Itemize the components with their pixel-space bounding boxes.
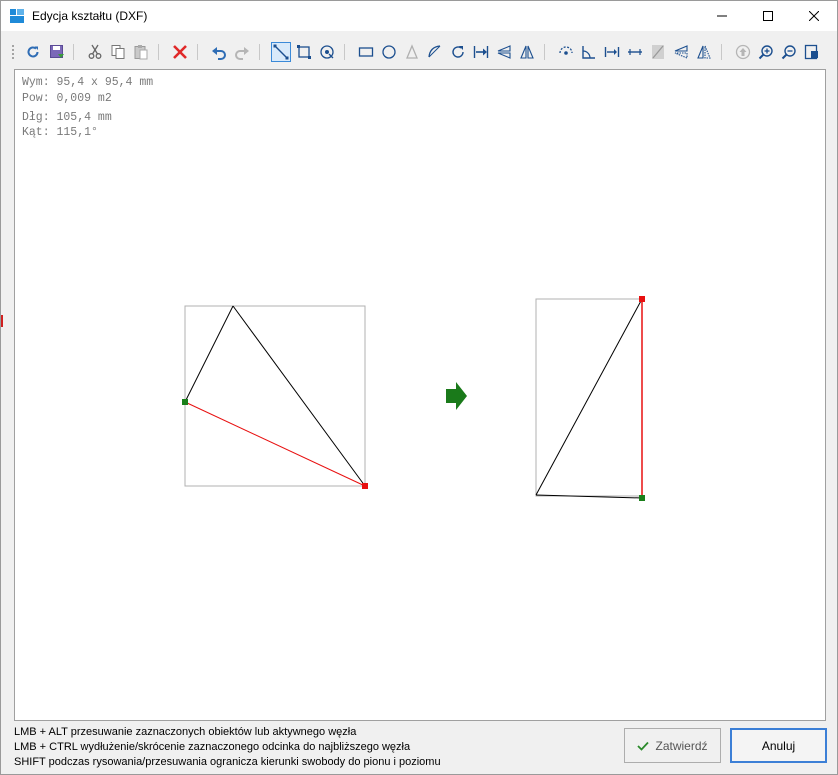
toolbar bbox=[11, 39, 827, 65]
select-rect-button[interactable] bbox=[294, 42, 314, 62]
hint-line: SHIFT podczas rysowania/przesuwania ogra… bbox=[14, 756, 441, 768]
zoom-in-button[interactable] bbox=[756, 42, 776, 62]
shape-before bbox=[182, 305, 368, 489]
select-line-button[interactable] bbox=[271, 42, 291, 62]
drawing-surface bbox=[182, 296, 645, 501]
cut-button[interactable] bbox=[85, 42, 105, 62]
delete-button[interactable] bbox=[170, 42, 190, 62]
drawing-canvas[interactable]: Wym: 95,4 x 95,4 mm Pow: 0,009 m2 Dłg: 1… bbox=[14, 69, 826, 721]
mirror-vertical-icon bbox=[520, 45, 534, 59]
arc-icon bbox=[428, 45, 441, 58]
cross-icon bbox=[652, 45, 664, 59]
minimize-icon bbox=[717, 15, 727, 17]
rotate-node-icon bbox=[559, 46, 573, 55]
up-icon bbox=[735, 44, 751, 60]
save-button[interactable] bbox=[47, 42, 67, 62]
mirror-vertical-button[interactable] bbox=[517, 42, 537, 62]
rotate-button[interactable] bbox=[448, 42, 468, 62]
angle-icon bbox=[582, 46, 595, 59]
keyboard-hints: LMB + ALT przesuwanie zaznaczonych obiek… bbox=[14, 725, 614, 770]
hint-line: LMB + ALT przesuwanie zaznaczonych obiek… bbox=[14, 726, 357, 738]
check-icon bbox=[637, 741, 650, 751]
confirm-button[interactable]: Zatwierdź bbox=[624, 728, 721, 763]
mirror-horizontal-icon bbox=[497, 45, 511, 59]
edge-marker bbox=[1, 315, 3, 327]
rectangle-icon bbox=[358, 47, 374, 57]
start-node[interactable] bbox=[182, 399, 188, 405]
triangle-icon bbox=[406, 44, 418, 59]
bounding-box bbox=[184, 305, 366, 487]
cut-icon bbox=[88, 44, 102, 59]
minimize-button[interactable] bbox=[699, 1, 745, 31]
zoom-out-icon bbox=[781, 45, 796, 60]
mirror-v2-icon bbox=[697, 45, 711, 59]
fit-button[interactable] bbox=[802, 42, 822, 62]
close-window-button[interactable] bbox=[791, 1, 837, 31]
end-node[interactable] bbox=[362, 483, 368, 489]
save-icon bbox=[50, 45, 64, 58]
copy-icon bbox=[111, 45, 125, 59]
select-rect-icon bbox=[297, 45, 311, 59]
maximize-button[interactable] bbox=[745, 1, 791, 31]
rotate-node-button[interactable] bbox=[556, 42, 576, 62]
title-bar: Edycja kształtu (DXF) bbox=[1, 1, 837, 31]
selected-segment[interactable] bbox=[184, 401, 366, 487]
redo-icon bbox=[235, 47, 249, 60]
delete-icon bbox=[173, 45, 187, 59]
dialog-window: Edycja kształtu (DXF) Wym: 95,4 x 95,4 m… bbox=[0, 0, 838, 775]
app-icon bbox=[10, 9, 24, 23]
copy-button[interactable] bbox=[108, 42, 128, 62]
refresh-button[interactable] bbox=[23, 42, 43, 62]
undo-button[interactable] bbox=[209, 42, 229, 62]
circle-button[interactable] bbox=[379, 42, 399, 62]
close-icon bbox=[809, 11, 819, 21]
transform-arrow-icon bbox=[446, 382, 467, 410]
select-line-icon bbox=[273, 44, 289, 60]
mirror-h2-icon bbox=[674, 45, 688, 59]
hint-line: LMB + CTRL wydłużenie/skrócenie zaznaczo… bbox=[14, 741, 411, 753]
cross-button[interactable] bbox=[648, 42, 668, 62]
paste-button[interactable] bbox=[131, 42, 151, 62]
triangle-button[interactable] bbox=[402, 42, 422, 62]
arc-button[interactable] bbox=[425, 42, 445, 62]
mirror-v2-button[interactable] bbox=[694, 42, 714, 62]
triangle-edge[interactable] bbox=[535, 298, 643, 496]
cancel-label: Anuluj bbox=[761, 738, 796, 753]
up-button[interactable] bbox=[733, 42, 753, 62]
distance-icon bbox=[604, 47, 620, 57]
triangle-edge[interactable] bbox=[232, 305, 366, 487]
mirror-h2-button[interactable] bbox=[671, 42, 691, 62]
distance-button[interactable] bbox=[602, 42, 622, 62]
extend-icon bbox=[628, 49, 642, 55]
refresh-icon bbox=[27, 46, 39, 58]
start-node[interactable] bbox=[639, 495, 645, 501]
select-node-button[interactable] bbox=[317, 42, 337, 62]
rotate-icon bbox=[452, 46, 464, 58]
rectangle-button[interactable] bbox=[356, 42, 376, 62]
paste-icon bbox=[134, 45, 148, 60]
fit-icon bbox=[804, 44, 818, 60]
zoom-out-button[interactable] bbox=[779, 42, 799, 62]
undo-icon bbox=[212, 47, 226, 60]
move-to-edge-button[interactable] bbox=[471, 42, 491, 62]
select-node-icon bbox=[320, 45, 334, 59]
extend-button[interactable] bbox=[625, 42, 645, 62]
triangle-edge[interactable] bbox=[184, 305, 234, 403]
angle-button[interactable] bbox=[579, 42, 599, 62]
move-to-edge-icon bbox=[473, 46, 489, 58]
window-title: Edycja kształtu (DXF) bbox=[32, 9, 148, 23]
end-node[interactable] bbox=[639, 296, 645, 302]
toolbar-grip[interactable] bbox=[11, 44, 15, 60]
shape-after bbox=[535, 296, 645, 501]
circle-icon bbox=[382, 45, 396, 59]
maximize-icon bbox=[763, 11, 773, 21]
zoom-in-icon bbox=[758, 45, 773, 60]
confirm-label: Zatwierdź bbox=[655, 738, 708, 753]
mirror-horizontal-button[interactable] bbox=[494, 42, 514, 62]
cancel-button[interactable]: Anuluj bbox=[730, 728, 827, 763]
redo-button[interactable] bbox=[232, 42, 252, 62]
